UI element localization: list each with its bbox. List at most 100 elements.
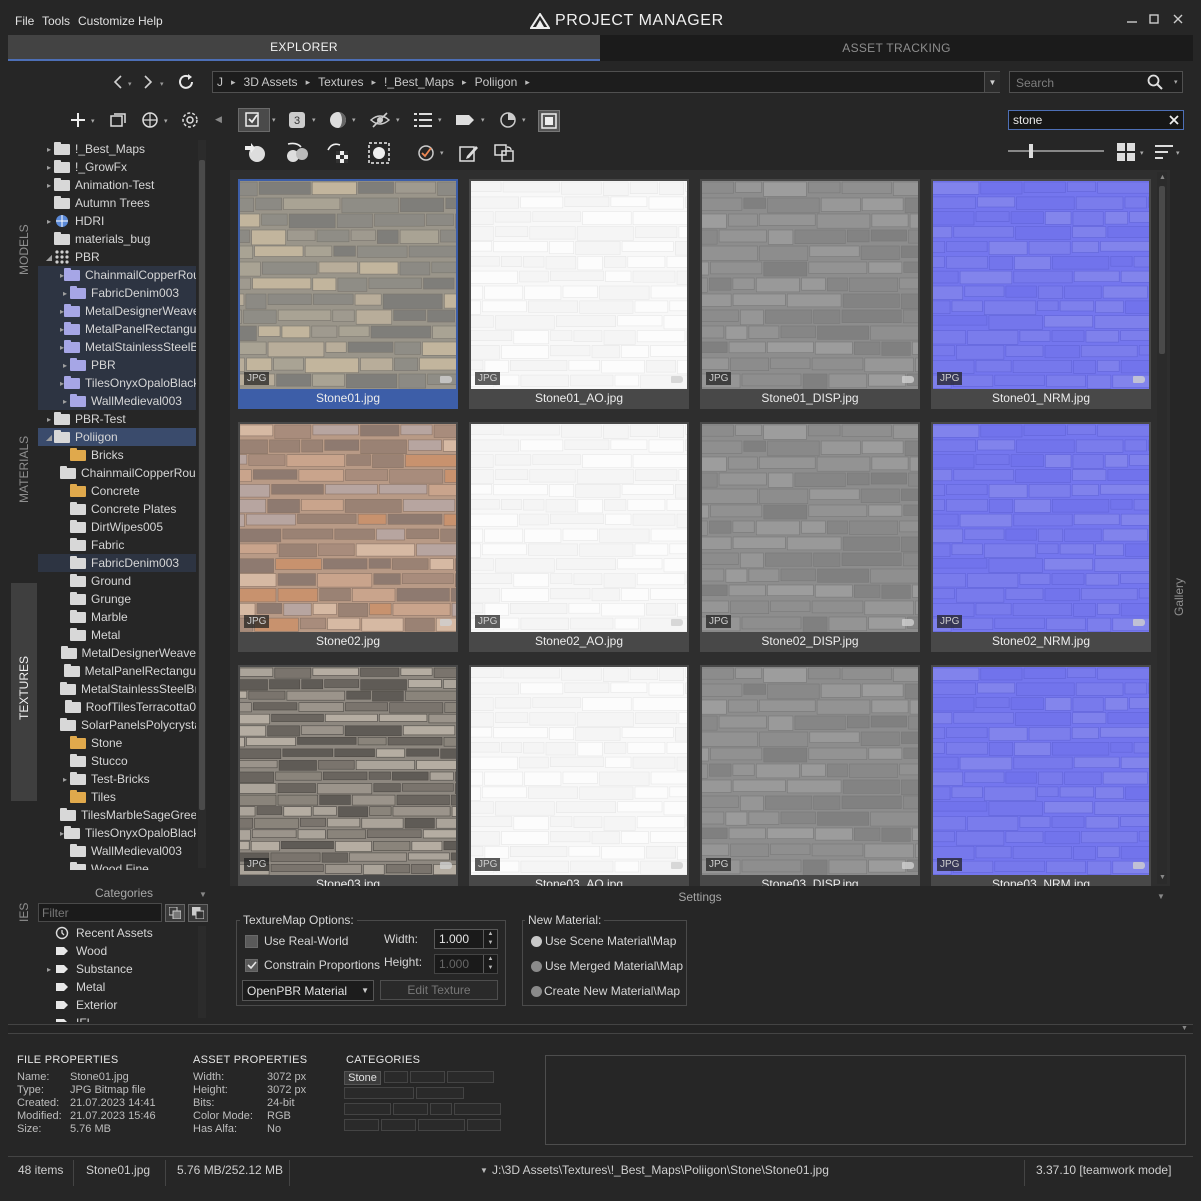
expand-arrow-icon[interactable]: ▸ [44, 163, 54, 172]
menu-file[interactable]: File [15, 14, 34, 28]
tree-item[interactable]: Autumn Trees [38, 194, 196, 212]
tree-item[interactable]: ▸ PBR [38, 356, 196, 374]
category-slot[interactable] [393, 1103, 428, 1115]
breadcrumb-best-maps[interactable]: !_Best_Maps [384, 75, 454, 89]
radio-use-scene-material[interactable] [531, 936, 542, 947]
tree-item[interactable]: WallMedieval003 [38, 842, 196, 860]
breadcrumb-item[interactable]: Poliigon ▸ [475, 75, 538, 89]
splitter[interactable] [8, 1024, 1193, 1034]
category-slot[interactable] [447, 1071, 494, 1083]
constrain-proportions-checkbox[interactable] [245, 959, 258, 972]
menu-customize[interactable]: Customize [78, 14, 135, 28]
badge-three-button[interactable]: 3 [287, 110, 307, 130]
add-folder-button[interactable] [68, 110, 88, 130]
minimize-button[interactable] [1122, 9, 1142, 29]
expand-arrow-icon[interactable]: ▸ [44, 181, 54, 190]
properties-collapse-icon[interactable]: ▼ [1181, 1025, 1188, 1032]
grid-view-button[interactable] [1116, 142, 1136, 162]
frame-toggle-button[interactable] [538, 110, 560, 132]
thumbnail-item[interactable]: JPG Stone01_NRM.jpg [931, 179, 1151, 409]
globe-button[interactable] [140, 110, 160, 130]
tab-explorer[interactable]: EXPLORER [8, 35, 600, 61]
tree-item[interactable]: Wood Fine [38, 860, 196, 870]
category-scrollbar[interactable] [198, 926, 206, 1018]
tree-item[interactable]: ◢ PBR [38, 248, 196, 266]
tree-item[interactable]: RoofTilesTerracotta0 [38, 698, 196, 716]
breadcrumb-item[interactable]: 3D Assets ▸ [244, 75, 319, 89]
category-slot[interactable] [381, 1119, 416, 1131]
tree-item[interactable]: ▸ TilesOnyxOpaloBlack [38, 374, 196, 392]
tree-item[interactable]: MetalPanelRectangu [38, 662, 196, 680]
breadcrumb[interactable]: J ▸ 3D Assets ▸ Textures ▸ !_Best_Maps ▸ Pol… [212, 71, 1000, 93]
tree-item[interactable]: materials_bug [38, 230, 196, 248]
slider-handle[interactable] [1029, 144, 1033, 158]
folder-tree[interactable]: ▸ !_Best_Maps ▸ !_GrowFx ▸ Animation-Test Autu… [38, 138, 196, 870]
tree-item[interactable]: ▸ Animation-Test [38, 176, 196, 194]
tree-item[interactable]: Marble [38, 608, 196, 626]
close-button[interactable] [1168, 9, 1188, 29]
category-slot[interactable] [344, 1087, 414, 1099]
category-slot[interactable] [454, 1103, 501, 1115]
settings-button[interactable] [180, 110, 200, 130]
tree-item[interactable]: ChainmailCopperRoun [38, 464, 196, 482]
thumbnail-item[interactable]: JPG Stone03.jpg [238, 665, 458, 886]
radio-use-merged-material[interactable] [531, 961, 542, 972]
material-sphere-button[interactable] [328, 110, 348, 130]
category-filter-option-button[interactable] [165, 904, 185, 922]
tree-scrollbar-thumb[interactable] [199, 160, 205, 810]
maximize-button[interactable] [1144, 9, 1164, 29]
category-item[interactable]: Exterior [38, 996, 196, 1014]
category-item[interactable]: Wood [38, 942, 196, 960]
tree-item[interactable]: ▸ FabricDenim003 [38, 284, 196, 302]
tree-item[interactable]: ▸ TilesOnyxOpaloBlack [38, 824, 196, 842]
grid-scrollbar-thumb[interactable] [1159, 186, 1165, 354]
thumbnail-item[interactable]: JPG Stone02_DISP.jpg [700, 422, 920, 652]
thumbnail-size-slider[interactable] [1008, 150, 1104, 152]
clear-filter-button[interactable] [1166, 112, 1182, 128]
settings-title[interactable]: Settings [230, 888, 1170, 906]
thumbnail-item[interactable]: JPG Stone03_AO.jpg [469, 665, 689, 886]
tree-item[interactable]: ▸ MetalPanelRectangu [38, 320, 196, 338]
category-slot[interactable] [344, 1103, 391, 1115]
thumbnail-item[interactable]: JPG Stone02_AO.jpg [469, 422, 689, 652]
expand-arrow-icon[interactable]: ▸ [44, 217, 54, 226]
breadcrumb-item[interactable]: J ▸ [217, 75, 244, 89]
tree-item[interactable]: Concrete [38, 482, 196, 500]
category-slot[interactable] [344, 1119, 379, 1131]
checker-material-button[interactable] [325, 141, 351, 165]
width-stepper[interactable]: ▲ ▼ [483, 930, 497, 948]
sort-dropdown-icon[interactable]: ▾ [1176, 149, 1180, 157]
tag-dropdown-icon[interactable]: ▾ [481, 116, 485, 124]
tree-item[interactable]: ▸ Test-Bricks [38, 770, 196, 788]
use-real-world-checkbox[interactable] [245, 935, 258, 948]
path-dropdown-button[interactable]: ▼ [984, 72, 1000, 92]
notes-area[interactable] [545, 1055, 1186, 1145]
tree-item[interactable]: MetalDesignerWeave [38, 644, 196, 662]
swap-button[interactable] [493, 143, 515, 163]
add-dropdown-icon[interactable]: ▾ [91, 117, 95, 125]
back-button[interactable] [110, 72, 126, 92]
sphere-dropdown-icon[interactable]: ▾ [352, 116, 356, 124]
side-tab-textures[interactable]: TEXTURES [17, 656, 31, 720]
expand-arrow-icon[interactable]: ▸ [44, 965, 54, 974]
expand-arrow-icon[interactable]: ▸ [60, 289, 70, 298]
tree-item[interactable]: Ground [38, 572, 196, 590]
settings-collapse-icon[interactable]: ▼ [1157, 892, 1165, 901]
breadcrumb-poliigon[interactable]: Poliigon [475, 75, 518, 89]
search-options-dropdown-icon[interactable]: ▾ [1174, 78, 1178, 86]
merge-material-button[interactable] [284, 141, 310, 165]
category-slot[interactable] [430, 1103, 452, 1115]
search-button[interactable] [1144, 72, 1166, 92]
side-tab-materials[interactable]: MATERIALS [17, 436, 31, 503]
category-item[interactable]: IFL [38, 1014, 196, 1022]
tree-item[interactable]: ▸ WallMedieval003 [38, 392, 196, 410]
tree-item[interactable]: Concrete Plates [38, 500, 196, 518]
list-view-button[interactable] [413, 110, 433, 130]
chart-dropdown-icon[interactable]: ▾ [522, 116, 526, 124]
tree-item[interactable]: Bricks [38, 446, 196, 464]
new-window-button[interactable] [108, 110, 128, 130]
radio-create-new-material[interactable] [531, 986, 542, 997]
path-dropdown-icon[interactable]: ▼ [480, 1166, 488, 1175]
tree-item[interactable]: ▸ MetalStainlessSteelBı [38, 338, 196, 356]
width-input[interactable]: 1.000 ▲ ▼ [434, 929, 498, 949]
